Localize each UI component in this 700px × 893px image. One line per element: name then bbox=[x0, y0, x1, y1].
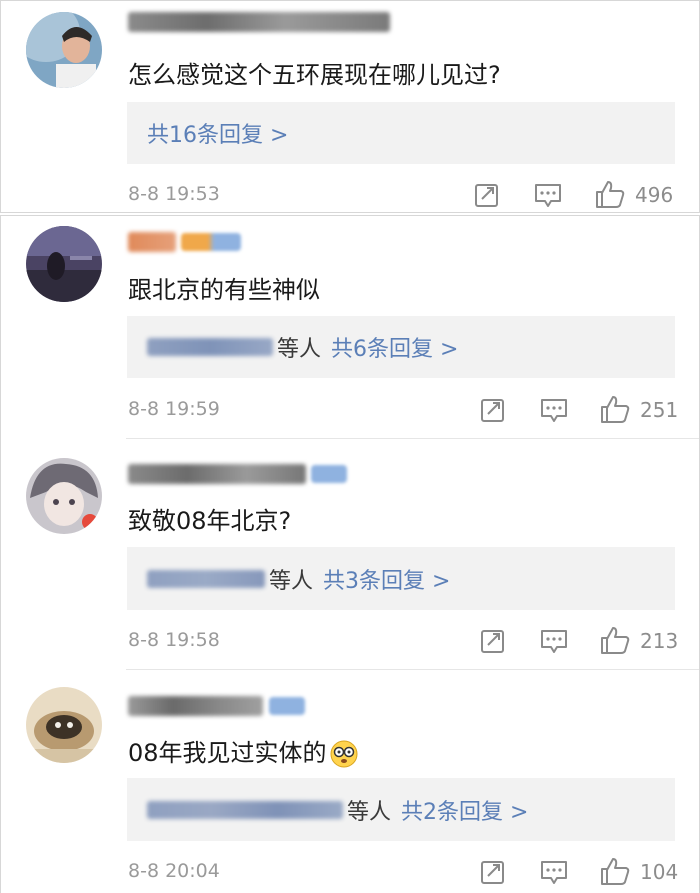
divider bbox=[126, 669, 699, 670]
timestamp: 8-8 19:53 bbox=[128, 183, 220, 205]
reply-prefix: 等人 bbox=[269, 568, 314, 594]
comment-icon[interactable] bbox=[540, 397, 568, 424]
like-count: 496 bbox=[635, 183, 674, 207]
reply-count-link[interactable]: 共2条回复 > bbox=[401, 794, 528, 826]
reply-summary[interactable]: 等人 共3条回复 > bbox=[127, 547, 675, 610]
emoji-icon bbox=[330, 740, 358, 768]
reply-prefix: 等人 bbox=[347, 799, 392, 825]
reply-prefix: 等人 bbox=[277, 337, 322, 362]
username[interactable] bbox=[128, 232, 176, 252]
comment-icon[interactable] bbox=[540, 628, 568, 655]
reply-usernames[interactable] bbox=[147, 800, 343, 819]
thumbs-up-icon[interactable] bbox=[599, 855, 631, 887]
like-count: 104 bbox=[640, 860, 679, 884]
reply-count-link[interactable]: 共6条回复 > bbox=[331, 331, 458, 363]
thumbs-up-icon[interactable] bbox=[599, 624, 631, 656]
timestamp: 8-8 19:58 bbox=[128, 629, 220, 651]
comment-text: 跟北京的有些神似 bbox=[128, 276, 320, 304]
comment-list: 跟北京的有些神似 等人 共6条回复 > 8-8 19:59 251 致敬08年北… bbox=[0, 215, 700, 893]
reply-count-link[interactable]: 共3条回复 > bbox=[323, 563, 450, 595]
avatar[interactable] bbox=[26, 458, 102, 534]
thumbs-up-icon[interactable] bbox=[599, 393, 631, 425]
avatar[interactable] bbox=[26, 687, 102, 763]
avatar[interactable] bbox=[26, 226, 102, 302]
reply-summary[interactable]: 等人 共6条回复 > bbox=[127, 316, 675, 378]
username[interactable] bbox=[128, 464, 306, 484]
username[interactable] bbox=[128, 12, 390, 32]
avatar[interactable] bbox=[26, 12, 102, 88]
share-icon[interactable] bbox=[480, 859, 506, 885]
share-icon[interactable] bbox=[480, 397, 506, 423]
comment-icon[interactable] bbox=[534, 182, 562, 209]
comment-text: 怎么感觉这个五环展现在哪儿见过? bbox=[128, 61, 501, 89]
like-count: 251 bbox=[640, 398, 679, 422]
member-badge bbox=[269, 697, 305, 715]
username[interactable] bbox=[128, 696, 263, 716]
share-icon[interactable] bbox=[480, 628, 506, 654]
reply-usernames[interactable] bbox=[147, 338, 273, 356]
comment-icon[interactable] bbox=[540, 859, 568, 886]
like-count: 213 bbox=[640, 629, 679, 653]
member-badge bbox=[181, 233, 241, 251]
reply-count-link[interactable]: 共16条回复 > bbox=[147, 117, 288, 149]
comment-text-content: 08年我见过实体的 bbox=[128, 739, 327, 767]
reply-summary[interactable]: 共16条回复 > bbox=[127, 102, 675, 164]
timestamp: 8-8 19:59 bbox=[128, 398, 220, 420]
reply-usernames[interactable] bbox=[147, 569, 265, 588]
comment-text: 致敬08年北京? bbox=[128, 507, 292, 535]
thumbs-up-icon[interactable] bbox=[594, 178, 626, 210]
share-icon[interactable] bbox=[474, 182, 500, 208]
member-badge bbox=[311, 465, 347, 483]
comment-text: 08年我见过实体的 bbox=[128, 733, 359, 769]
timestamp: 8-8 20:04 bbox=[128, 860, 220, 882]
divider bbox=[126, 438, 699, 439]
comment-card-1: 怎么感觉这个五环展现在哪儿见过? 共16条回复 > 8-8 19:53 496 bbox=[0, 0, 700, 213]
reply-summary[interactable]: 等人 共2条回复 > bbox=[127, 778, 675, 841]
